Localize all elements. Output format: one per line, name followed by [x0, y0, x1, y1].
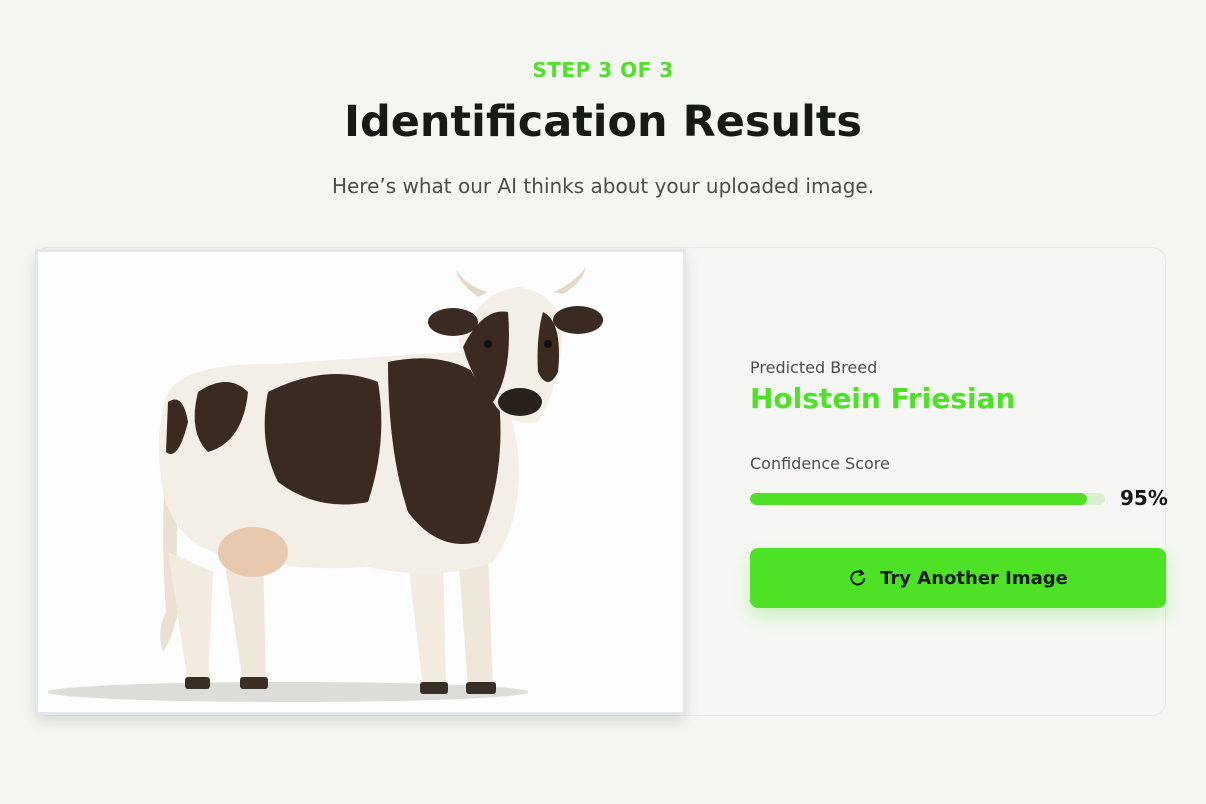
- page-title: Identification Results: [343, 97, 862, 147]
- refresh-icon: [848, 568, 868, 588]
- try-another-image-button[interactable]: Try Another Image: [750, 548, 1166, 608]
- confidence-progress-fill: [750, 493, 1088, 505]
- try-another-image-label: Try Another Image: [880, 567, 1068, 589]
- confidence-score-value: 95%: [1120, 486, 1168, 510]
- uploaded-image-frame: [35, 249, 686, 715]
- confidence-score-label: Confidence Score: [750, 454, 890, 473]
- predicted-breed-value: Holstein Friesian: [750, 382, 1016, 415]
- predicted-breed-label: Predicted Breed: [750, 358, 878, 377]
- step-indicator: STEP 3 OF 3: [532, 58, 674, 82]
- page-subtitle: Here’s what our AI thinks about your upl…: [331, 174, 875, 198]
- cow-image: [38, 252, 683, 712]
- confidence-progress-bar: [750, 493, 1105, 505]
